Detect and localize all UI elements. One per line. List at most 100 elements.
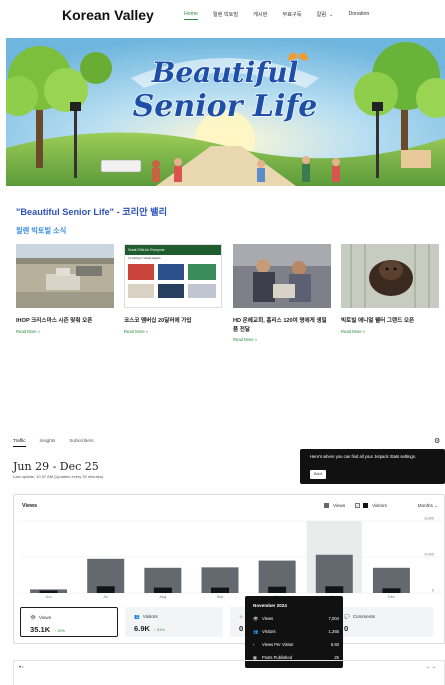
chart-bar-visitors[interactable] (211, 587, 229, 593)
chart-x-tick-label: Dec (388, 595, 395, 599)
stats-tabs: Traffic Insights Subscribers (13, 438, 108, 447)
hero-title-line1: Beautiful (151, 56, 299, 89)
read-more-link[interactable]: Read More » (233, 337, 331, 342)
november-popup: November 2024 👁 Views 7,004 👥 Visitors 1,2… (245, 596, 343, 668)
card-title[interactable]: 코스코 멤버십 20달러에 가입 (124, 317, 222, 326)
legend-visitors[interactable]: ✓ Visitors (355, 503, 387, 508)
popup-label: Visitors (262, 629, 276, 634)
eye-icon: 👁 (253, 616, 259, 621)
popup-row-visitors: 👥 Visitors 1,265 (253, 629, 339, 635)
tab-subscribers[interactable]: Subscribers (69, 438, 93, 447)
card-title[interactable]: 빅토빌 애니멀 웰터 그랜드 오픈 (341, 317, 439, 326)
chart-bar-visitors[interactable] (153, 587, 172, 593)
nav-subscribe[interactable]: 무료구독 (282, 11, 301, 20)
summary-value: 0 (239, 624, 244, 633)
hero-banner[interactable]: Beautiful Senior Life (6, 38, 445, 186)
popup-label: Views Per Visitor (262, 642, 294, 647)
summary-value: 0 (344, 624, 349, 633)
chart-bar-visitors[interactable] (325, 586, 344, 593)
legend-label-views: Views (333, 503, 346, 508)
popup-row-views-per-visitor: › Views Per Visitor 5.60 (253, 642, 339, 647)
summary-card-views[interactable]: 👁 Views 35.1K ↑ 15% (20, 607, 118, 637)
hero-title-line2: Senior Life (133, 89, 318, 124)
card-title[interactable]: HD 온헤교회, 홈리스 120여 명에게 생필품 전달 (233, 317, 331, 334)
card-thumbnail[interactable] (341, 244, 439, 308)
filter-dropdown[interactable]: ▾ • (19, 664, 24, 669)
nav-home[interactable]: Home (184, 11, 198, 20)
panel-title: Views (22, 503, 38, 509)
chart-x-tick-label: Jul (103, 595, 108, 599)
chart-x-tick-label: Sep (217, 595, 224, 599)
summary-value: 35.1K ↑ 15% (30, 625, 65, 634)
thumb-banner: Great Gifts for Everyone (125, 245, 221, 255)
summary-value: 6.9K ↑ 31% (134, 624, 165, 633)
star-icon: ☆ (239, 614, 244, 619)
post-title[interactable]: "Beautiful Senior Life" - 코리안 밸리 (16, 204, 167, 218)
read-more-link[interactable]: Read More » (341, 329, 439, 334)
popup-value: 1,265 (328, 629, 339, 634)
card-thumbnail[interactable]: Great Gifts for Everyone Up Selling In V… (124, 244, 222, 308)
page: Korean Valley Home 릴렌 빅토빌 게시판 무료구독 칼럼 ⌄ D… (0, 0, 445, 685)
views-bar-chart[interactable]: 04,0008,000JunJulAugSepOctNovDec (14, 515, 444, 605)
hero-illustration: Beautiful Senior Life (6, 38, 445, 186)
legend-views[interactable]: Views (324, 503, 345, 508)
nav-board[interactable]: 게시판 (253, 11, 267, 20)
aerial-photo-thumbnail (16, 244, 114, 308)
legend-swatch-visitors (363, 503, 368, 508)
summary-delta: ↑ 31% (154, 628, 165, 632)
eye-icon: 👁 (30, 615, 36, 620)
pagination-arrows[interactable]: ← → (426, 664, 436, 669)
news-card[interactable]: HD 온헤교회, 홈리스 120여 명에게 생필품 전달 Read More » (233, 244, 331, 342)
summary-delta: ↑ 15% (54, 629, 65, 633)
summary-value-text: 35.1K (30, 625, 51, 634)
people-icon: 👥 (253, 629, 259, 634)
card-title[interactable]: IHOP 크리스마스 시즌 맞춰 오픈 (16, 317, 114, 326)
legend-swatch-views (324, 503, 329, 508)
news-card[interactable]: Great Gifts for Everyone Up Selling In V… (124, 244, 222, 334)
popup-row-views: 👁 Views 7,004 (253, 616, 339, 622)
chart-bar-visitors[interactable] (96, 586, 115, 593)
tab-traffic[interactable]: Traffic (13, 438, 26, 447)
read-more-link[interactable]: Read More » (16, 329, 114, 334)
popup-value: 5.60 (330, 642, 339, 647)
summary-label: ☆ (239, 614, 243, 620)
news-cards: IHOP 크리스마스 시즌 맞춰 오픈 Read More » Great Gi… (16, 244, 440, 344)
summary-label: 👥 Visitors (134, 614, 158, 620)
popup-header: November 2024 (253, 603, 287, 608)
chart-bar-visitors[interactable] (382, 588, 401, 593)
date-range[interactable]: Jun 29 - Dec 25 (13, 460, 99, 473)
tab-insights[interactable]: Insights (40, 438, 56, 447)
chart-y-tick-label: 8,000 (424, 517, 434, 521)
people-icon: 👥 (134, 614, 140, 619)
main-nav: Home 릴렌 빅토빌 게시판 무료구독 칼럼 ⌄ Donation (184, 11, 384, 20)
got-it-button[interactable]: Got it (310, 470, 326, 479)
card-thumbnail[interactable] (16, 244, 114, 308)
summary-label-text: Views (38, 615, 52, 620)
news-card[interactable]: IHOP 크리스마스 시즌 맞춰 오픈 Read More » (16, 244, 114, 334)
chevron-down-icon: ⌄ (329, 12, 334, 18)
chart-bar-visitors[interactable] (39, 590, 58, 593)
section-title[interactable]: 릴렌 빅토빌 소식 (16, 226, 66, 236)
visitors-checkbox[interactable]: ✓ (355, 503, 360, 508)
nav-victorville[interactable]: 릴렌 빅토빌 (213, 11, 238, 20)
site-header: Korean Valley Home 릴렌 빅토빌 게시판 무료구독 칼럼 ⌄ D… (0, 0, 445, 32)
tooltip-text: Here's where you can find all your Jetpa… (310, 454, 417, 459)
gear-icon[interactable]: ⚙ (434, 437, 440, 445)
settings-tooltip: Here's where you can find all your Jetpa… (300, 449, 445, 484)
popup-label: Views (262, 616, 274, 621)
thumb-subtitle: Up Selling In Vidwal Heights (128, 257, 161, 260)
nav-column[interactable]: 칼럼 ⌄ (317, 11, 334, 20)
news-card[interactable]: 빅토빌 애니멀 웰터 그랜드 오픈 Read More » (341, 244, 439, 334)
summary-value-text: 6.9K (134, 624, 151, 633)
read-more-link[interactable]: Read More » (124, 329, 222, 334)
site-brand[interactable]: Korean Valley (62, 7, 154, 23)
period-select[interactable]: Months ⌄ (418, 503, 438, 509)
chart-x-tick-label: Jun (46, 595, 52, 599)
summary-card-comments[interactable]: 💬 Comments 0 (335, 607, 433, 637)
nav-donation[interactable]: Donation (348, 11, 369, 20)
card-thumbnail[interactable] (233, 244, 331, 308)
nav-column-label: 칼럼 (316, 12, 327, 18)
chart-bar-visitors[interactable] (268, 586, 287, 593)
summary-card-visitors[interactable]: 👥 Visitors 6.9K ↑ 31% (125, 607, 223, 637)
summary-label-text: Visitors (142, 614, 158, 619)
